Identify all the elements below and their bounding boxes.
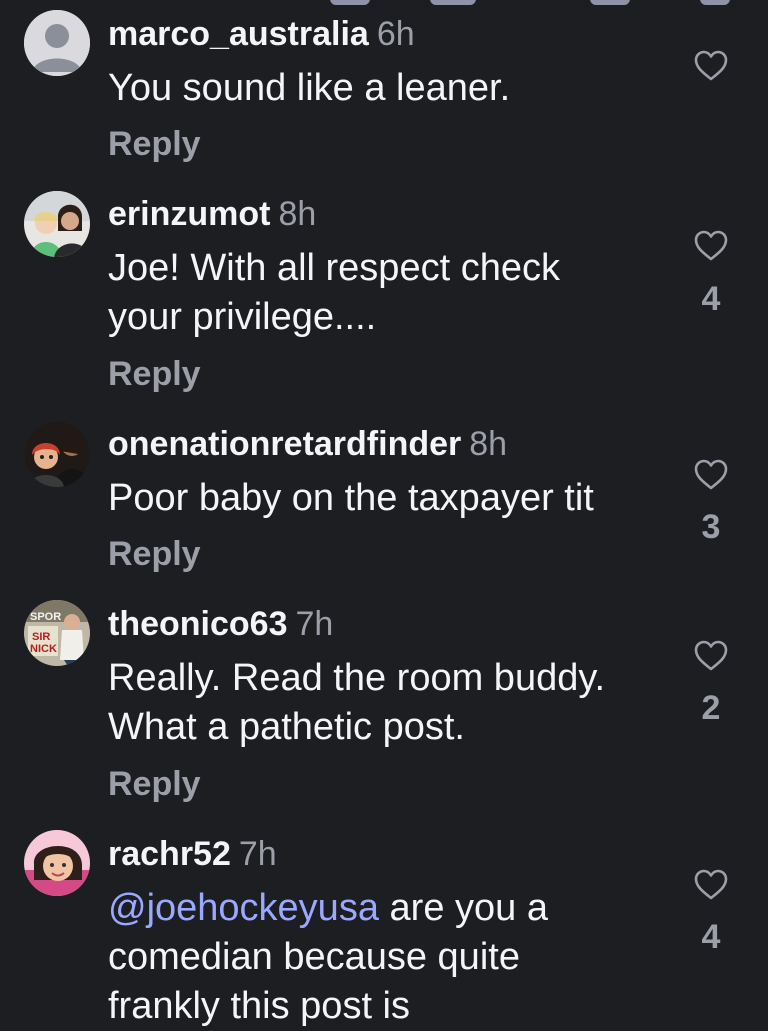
reply-button[interactable]: Reply (108, 764, 201, 804)
timestamp: 6h (376, 15, 415, 53)
default-user-avatar-icon (24, 10, 90, 76)
cut-off-previous-content (0, 0, 768, 6)
comment-meta: erinzumot 8h (108, 194, 316, 234)
like-button[interactable] (690, 230, 732, 267)
comment-text: Joe! With all respect check your privile… (108, 244, 668, 342)
like-count: 4 (701, 918, 721, 956)
reply-button[interactable]: Reply (108, 534, 201, 574)
timestamp: 7h (238, 835, 277, 873)
user-photo-icon (24, 421, 90, 487)
cut-off-glyph (330, 0, 370, 5)
like-button[interactable] (690, 50, 732, 87)
heart-outline-icon (694, 230, 728, 261)
username[interactable]: erinzumot (108, 195, 270, 233)
reply-button[interactable]: Reply (108, 124, 201, 164)
comment-text: @joehockeyusa are you a comedian because… (108, 884, 668, 1031)
comment-text-line: Poor baby on the taxpayer tit (108, 477, 594, 519)
comment-text: Poor baby on the taxpayer tit (108, 474, 668, 523)
like-button[interactable] (690, 869, 732, 906)
username[interactable]: rachr52 (108, 835, 231, 873)
mention-link[interactable]: @joehockeyusa (108, 887, 379, 929)
heart-outline-icon (694, 640, 728, 671)
comment-text-line: @joehockeyusa are you a (108, 884, 668, 933)
heart-outline-icon (694, 459, 728, 490)
heart-outline-icon (694, 50, 728, 81)
timestamp: 7h (295, 605, 334, 643)
cut-off-glyph (590, 0, 630, 5)
comment-text: Really. Read the room buddy. What a path… (108, 654, 668, 752)
like-count: 4 (701, 280, 721, 318)
avatar[interactable]: SPOR SIR NICK (24, 600, 90, 666)
heart-outline-icon (694, 869, 728, 900)
comment-text-line: Really. Read the room buddy. (108, 657, 606, 699)
username[interactable]: marco_australia (108, 15, 369, 53)
avatar-text: NICK (30, 643, 57, 655)
comment-text-line: your privilege.... (108, 296, 377, 338)
comment-meta: onenationretardfinder 8h (108, 424, 507, 464)
comment-text: You sound like a leaner. (108, 64, 668, 113)
user-photo-icon: SPOR SIR NICK (24, 600, 90, 666)
like-count: 3 (701, 508, 721, 546)
user-photo-icon (24, 191, 90, 257)
timestamp: 8h (278, 195, 317, 233)
comment-meta: theonico63 7h (108, 604, 333, 644)
comment-text-line: comedian because quite (108, 936, 520, 978)
comment-meta: marco_australia 6h (108, 14, 415, 54)
like-count: 2 (701, 689, 721, 727)
avatar-text: SPOR (30, 611, 61, 623)
avatar[interactable] (24, 830, 90, 896)
like-button[interactable] (690, 640, 732, 677)
cut-off-glyph (430, 0, 476, 5)
like-button[interactable] (690, 459, 732, 496)
comment-meta: rachr52 7h (108, 834, 277, 874)
timestamp: 8h (469, 425, 508, 463)
avatar[interactable] (24, 10, 90, 76)
avatar-text: SIR (32, 631, 50, 643)
cut-off-glyph (700, 0, 730, 5)
user-photo-icon (24, 830, 90, 896)
comment-text-line: What a pathetic post. (108, 706, 465, 748)
comment-text-fragment: are you a (378, 887, 548, 929)
username[interactable]: theonico63 (108, 605, 287, 643)
username[interactable]: onenationretardfinder (108, 425, 461, 463)
avatar[interactable] (24, 421, 90, 487)
comment-text-line: Joe! With all respect check (108, 247, 560, 289)
avatar[interactable] (24, 191, 90, 257)
comment-text-line: You sound like a leaner. (108, 67, 511, 109)
reply-button[interactable]: Reply (108, 354, 201, 394)
